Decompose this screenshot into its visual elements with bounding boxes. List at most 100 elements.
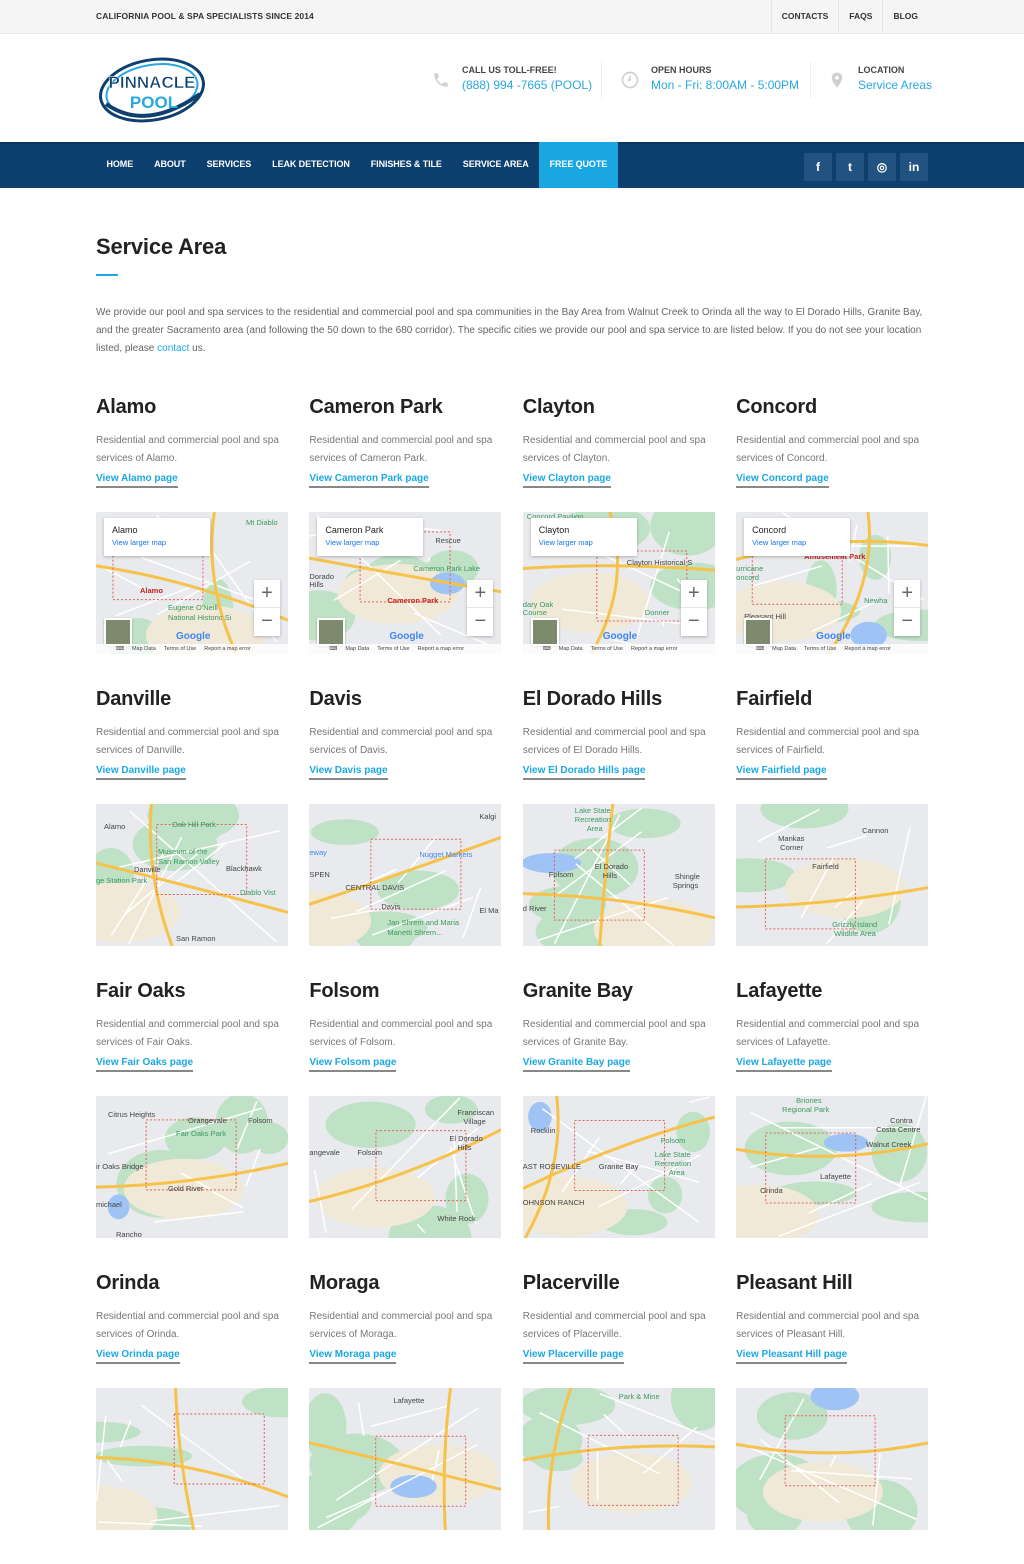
top-link-faqs[interactable]: FAQS — [838, 0, 882, 34]
city-page-link[interactable]: View El Dorado Hills page — [523, 765, 646, 780]
map-place-label: Lake State — [655, 1150, 691, 1159]
instagram-button[interactable]: ◎ — [868, 153, 896, 181]
city-page-link[interactable]: View Orinda page — [96, 1349, 180, 1364]
zoom-in-button[interactable]: + — [894, 580, 920, 608]
city-map[interactable]: Mt DiabloAlamoEugene O'NeillNational His… — [96, 512, 288, 654]
city-map[interactable]: Lake StateRecreationAreaEl DoradoHillsFo… — [523, 804, 715, 946]
map-place-label: eway — [309, 848, 327, 857]
zoom-out-button[interactable]: − — [467, 608, 493, 636]
map-footer: ⌨ Map Data Terms of Use Report a map err… — [523, 644, 715, 654]
city-page-link[interactable]: View Fair Oaks page — [96, 1057, 193, 1072]
location-link[interactable]: Service Areas — [858, 78, 932, 92]
city-page-link[interactable]: View Folsom page — [309, 1057, 396, 1072]
map-place-label: San Ramon Valley — [158, 857, 220, 866]
view-larger-map-link[interactable]: View larger map — [539, 538, 629, 547]
zoom-out-button[interactable]: − — [254, 608, 280, 636]
report-error-link[interactable]: Report a map error — [204, 646, 250, 652]
map-data-link[interactable]: Map Data — [345, 646, 369, 652]
city-name: Fairfield — [736, 688, 928, 714]
terms-link[interactable]: Terms of Use — [377, 646, 409, 652]
page-title: Service Area — [96, 234, 928, 260]
city-page-link[interactable]: View Lafayette page — [736, 1057, 831, 1072]
map-data-link[interactable]: Map Data — [559, 646, 583, 652]
city-page-link[interactable]: View Pleasant Hill page — [736, 1349, 847, 1364]
report-error-link[interactable]: Report a map error — [418, 646, 464, 652]
phone-number[interactable]: (888) 994 -7665 (POOL) — [462, 78, 592, 92]
city-map[interactable]: KalgiewayNugget MarketsSPENCENTRAL DAVIS… — [309, 804, 501, 946]
map-place-label: Diablo Vist — [240, 888, 276, 897]
city-page-link[interactable]: View Fairfield page — [736, 765, 826, 780]
city-map[interactable]: RescueCameron Park LakeDoradoHillsCamero… — [309, 512, 501, 654]
view-larger-map-link[interactable]: View larger map — [112, 538, 202, 547]
view-larger-map-link[interactable]: View larger map — [325, 538, 415, 547]
city-map[interactable]: Concord PavilionClayton Historical Sdary… — [523, 512, 715, 654]
city-map[interactable] — [736, 1388, 928, 1530]
city-map[interactable]: Amusement ParkurricaneoncordNewhaPleasan… — [736, 512, 928, 654]
city-map[interactable]: Citrus HeightsOrangevaleFolsomFair Oaks … — [96, 1096, 288, 1238]
city-page-link[interactable]: View Alamo page — [96, 473, 178, 488]
top-link-contacts[interactable]: CONTACTS — [771, 0, 839, 34]
city-map[interactable] — [96, 1388, 288, 1530]
nav-link-service-area[interactable]: SERVICE AREA — [452, 142, 539, 188]
city-name: Lafayette — [736, 980, 928, 1006]
keyboard-icon[interactable]: ⌨ — [116, 646, 124, 652]
contact-link[interactable]: contact — [157, 343, 189, 354]
keyboard-icon[interactable]: ⌨ — [329, 646, 337, 652]
facebook-button[interactable]: f — [804, 153, 832, 181]
report-error-link[interactable]: Report a map error — [631, 646, 677, 652]
logo[interactable]: PINNACLE POOL — [96, 54, 208, 126]
terms-link[interactable]: Terms of Use — [591, 646, 623, 652]
city-page-link[interactable]: View Granite Bay page — [523, 1057, 631, 1072]
map-data-link[interactable]: Map Data — [772, 646, 796, 652]
city-page-link[interactable]: View Davis page — [309, 765, 387, 780]
nav-link-about[interactable]: ABOUT — [144, 142, 197, 188]
linkedin-button[interactable]: in — [900, 153, 928, 181]
city-page-link[interactable]: View Moraga page — [309, 1349, 396, 1364]
map-place-label: El Ma — [479, 906, 498, 915]
map-data-link[interactable]: Map Data — [132, 646, 156, 652]
city-map[interactable]: FranciscanVillageEl DoradoHillsangevaleF… — [309, 1096, 501, 1238]
zoom-in-button[interactable]: + — [467, 580, 493, 608]
city-page-link[interactable]: View Clayton page — [523, 473, 611, 488]
nav-item: FINISHES & TILE — [360, 144, 452, 188]
zoom-in-button[interactable]: + — [254, 580, 280, 608]
map-place-label: Orangevale — [188, 1116, 227, 1125]
satellite-toggle[interactable] — [104, 618, 132, 646]
top-link-blog[interactable]: BLOG — [882, 0, 928, 34]
map-place-label: Cameron Park Lake — [413, 564, 480, 573]
city-map[interactable]: BrionesRegional ParkContraCosta CentreWa… — [736, 1096, 928, 1238]
view-larger-map-link[interactable]: View larger map — [752, 538, 842, 547]
city-map[interactable]: AlamoOak Hill ParkMuseum of theSan Ramon… — [96, 804, 288, 946]
nav-link-home[interactable]: HOME — [96, 142, 144, 188]
nav-link-finishes-tile[interactable]: FINISHES & TILE — [360, 142, 452, 188]
city-map[interactable]: Park & Mine — [523, 1388, 715, 1530]
satellite-toggle[interactable] — [531, 618, 559, 646]
keyboard-icon[interactable]: ⌨ — [543, 646, 551, 652]
terms-link[interactable]: Terms of Use — [164, 646, 196, 652]
terms-link[interactable]: Terms of Use — [804, 646, 836, 652]
zoom-out-button[interactable]: − — [681, 608, 707, 636]
zoom-in-button[interactable]: + — [681, 580, 707, 608]
city-page-link[interactable]: View Danville page — [96, 765, 186, 780]
keyboard-icon[interactable]: ⌨ — [756, 646, 764, 652]
map-place-label: Briones — [796, 1096, 821, 1105]
info-phone: CALL US TOLL-FREE! (888) 994 -7665 (POOL… — [430, 63, 592, 107]
nav-link-leak-detection[interactable]: LEAK DETECTION — [262, 142, 361, 188]
city-page-link[interactable]: View Placerville page — [523, 1349, 624, 1364]
site-header: PINNACLE POOL CALL US TOLL-FREE! (888) 9… — [0, 34, 1024, 142]
city-map[interactable]: CannonMankasCornerFairfieldGrizzly Islan… — [736, 804, 928, 946]
satellite-toggle[interactable] — [317, 618, 345, 646]
zoom-out-button[interactable]: − — [894, 608, 920, 636]
city-page-link[interactable]: View Concord page — [736, 473, 829, 488]
city-page-link[interactable]: View Cameron Park page — [309, 473, 428, 488]
satellite-toggle[interactable] — [744, 618, 772, 646]
divider — [810, 62, 811, 98]
nav-link-services[interactable]: SERVICES — [196, 142, 262, 188]
nav-link-free-quote[interactable]: FREE QUOTE — [539, 142, 618, 188]
city-map[interactable]: RocklinFolsomLake StateRecreationAreaGra… — [523, 1096, 715, 1238]
report-error-link[interactable]: Report a map error — [844, 646, 890, 652]
map-place-label: Blackhawk — [226, 864, 262, 873]
city-map[interactable]: Lafayette — [309, 1388, 501, 1530]
map-place-label: Village — [463, 1117, 485, 1126]
twitter-button[interactable]: t — [836, 153, 864, 181]
